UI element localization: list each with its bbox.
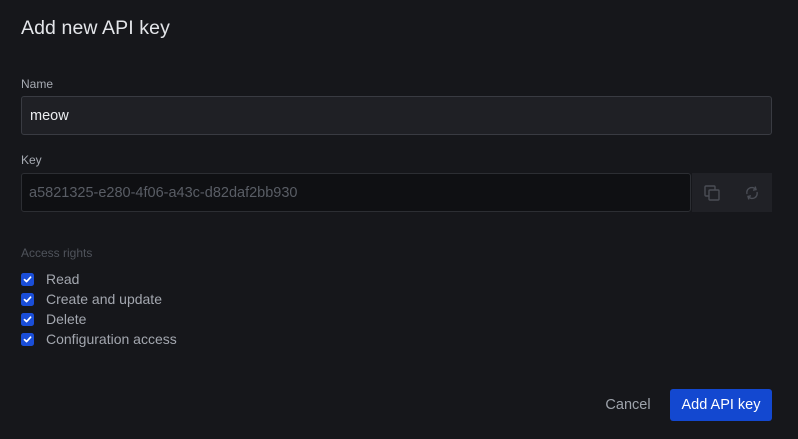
access-create-update-option[interactable]: Create and update bbox=[21, 289, 177, 309]
regenerate-key-button[interactable] bbox=[732, 173, 772, 212]
access-create-update-label: Create and update bbox=[46, 291, 162, 307]
dialog-title: Add new API key bbox=[21, 17, 170, 39]
name-input[interactable] bbox=[21, 96, 772, 135]
access-delete-label: Delete bbox=[46, 311, 87, 327]
refresh-icon bbox=[743, 184, 761, 202]
access-delete-option[interactable]: Delete bbox=[21, 309, 177, 329]
cancel-button[interactable]: Cancel bbox=[598, 389, 658, 421]
copy-icon bbox=[703, 184, 721, 202]
add-api-key-button[interactable]: Add API key bbox=[670, 389, 772, 421]
access-configuration-option[interactable]: Configuration access bbox=[21, 329, 177, 349]
access-rights-list: Read Create and update Delete Configurat… bbox=[21, 269, 177, 349]
checkbox-checked[interactable] bbox=[21, 312, 34, 326]
key-label: Key bbox=[21, 153, 42, 167]
name-label: Name bbox=[21, 77, 54, 91]
add-api-key-dialog: Add new API key Name Key Access rights bbox=[0, 0, 798, 439]
access-read-option[interactable]: Read bbox=[21, 269, 177, 289]
checkbox-checked[interactable] bbox=[21, 332, 34, 346]
copy-key-button[interactable] bbox=[692, 173, 732, 212]
access-rights-label: Access rights bbox=[21, 246, 93, 260]
checkbox-checked[interactable] bbox=[21, 292, 34, 306]
access-configuration-label: Configuration access bbox=[46, 331, 177, 347]
access-read-label: Read bbox=[46, 271, 80, 287]
key-input[interactable] bbox=[21, 173, 691, 212]
checkbox-checked[interactable] bbox=[21, 272, 34, 286]
